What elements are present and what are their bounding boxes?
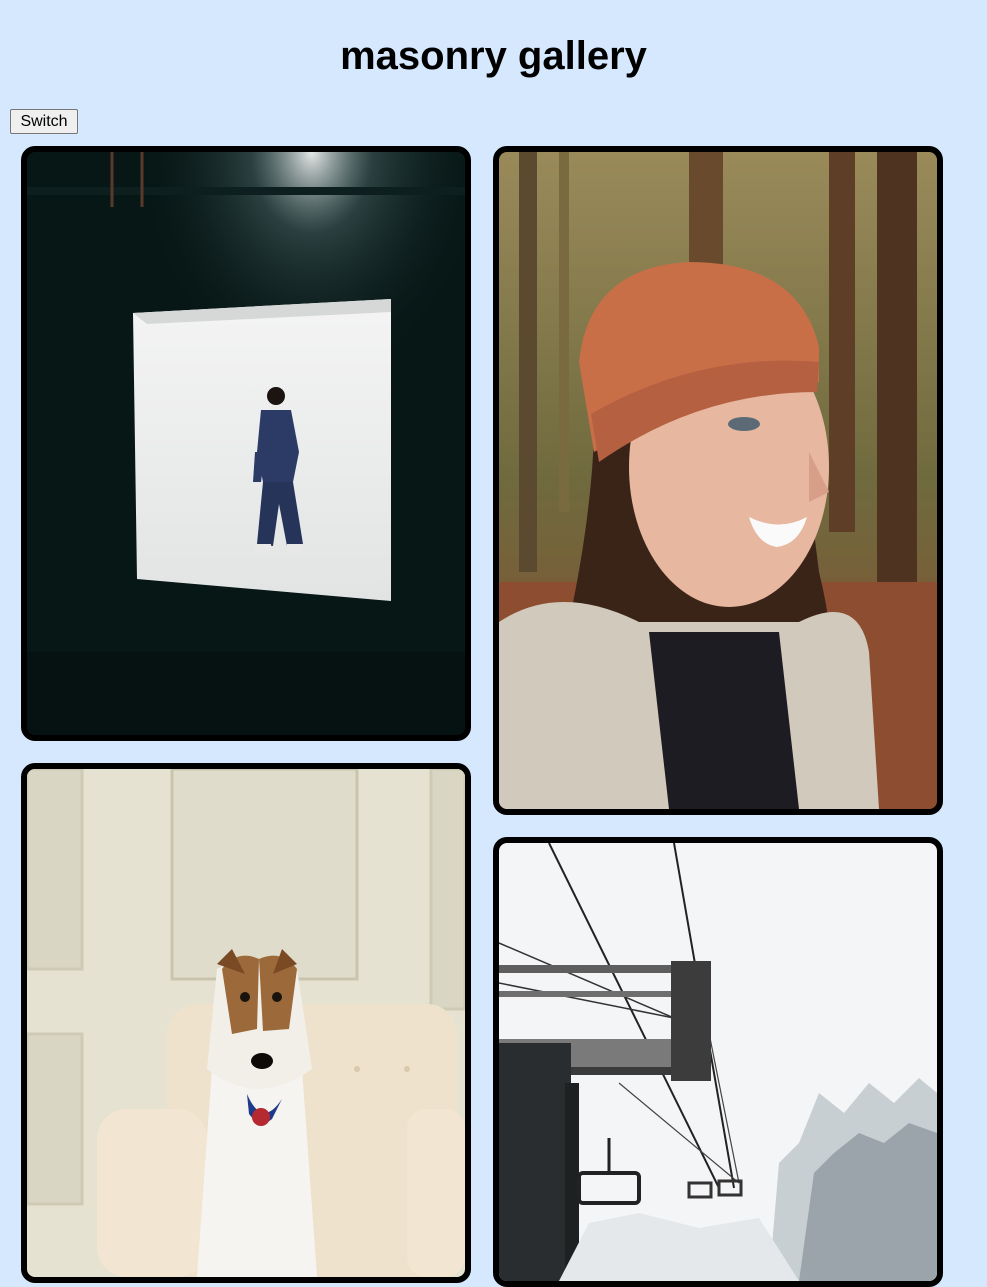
page-title: masonry gallery	[340, 34, 647, 78]
gallery-card-dog[interactable]	[21, 763, 471, 1283]
dog-photo	[27, 769, 465, 1277]
gallery-card-portrait[interactable]	[493, 146, 943, 815]
switch-button[interactable]: Switch	[10, 109, 78, 134]
gallery-card-ski-lift[interactable]	[493, 837, 943, 1287]
studio-photo	[27, 152, 465, 735]
ski-lift-photo	[499, 843, 937, 1281]
portrait-photo	[499, 152, 937, 809]
gallery-card-studio[interactable]	[21, 146, 471, 741]
